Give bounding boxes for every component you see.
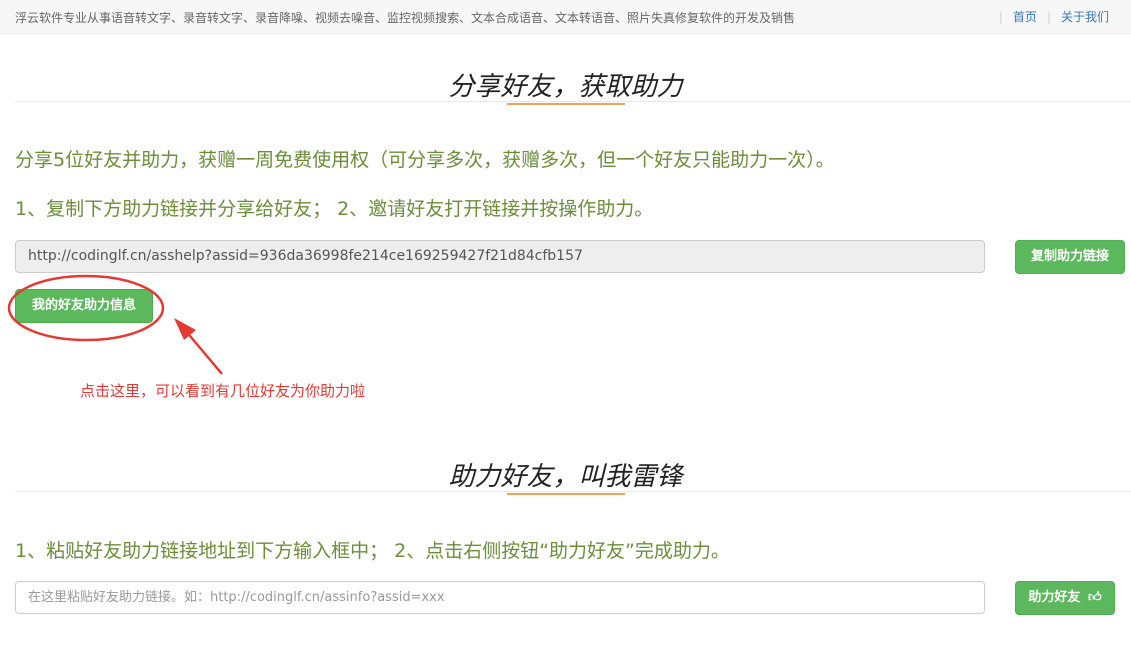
- about-link[interactable]: 关于我们: [1061, 10, 1109, 24]
- section-divider: [15, 491, 1131, 492]
- annotation-text: 点击这里，可以看到有几位好友为你助力啦: [80, 382, 366, 400]
- help-steps: 1、粘贴好友助力链接地址到下方输入框中； 2、点击右侧按钮“助力好友”完成助力。: [15, 540, 730, 562]
- top-links: | 首页 | 关于我们: [989, 8, 1109, 25]
- friend-help-info-button[interactable]: 我的好友助力信息: [15, 289, 153, 323]
- share-steps: 1、复制下方助力链接并分享给好友； 2、邀请好友打开链接并按操作助力。: [15, 198, 654, 220]
- site-slogan: 浮云软件专业从事语音转文字、录音转文字、录音降噪、视频去噪音、监控视频搜索、文本…: [15, 11, 796, 25]
- divider: |: [998, 10, 1003, 24]
- title-underline: [506, 103, 625, 105]
- title-underline: [506, 493, 625, 495]
- share-section-title: 分享好友，获取助力: [0, 66, 1131, 105]
- help-title-text: 助力好友，叫我雷锋: [448, 462, 683, 492]
- thumbs-up-icon: 👍︎: [1087, 590, 1102, 605]
- annotation-arrow-icon: [174, 318, 223, 375]
- help-friend-button[interactable]: 助力好友 👍︎: [1015, 581, 1115, 615]
- help-friend-button-label: 助力好友: [1028, 590, 1081, 605]
- help-section-title: 助力好友，叫我雷锋: [0, 456, 1131, 495]
- copy-link-button[interactable]: 复制助力链接: [1015, 240, 1125, 274]
- home-link[interactable]: 首页: [1013, 10, 1037, 24]
- divider: |: [1046, 10, 1051, 24]
- share-description: 分享5位好友并助力，获赠一周免费使用权（可分享多次，获赠多次，但一个好友只能助力…: [15, 149, 835, 171]
- share-link-field[interactable]: http://codinglf.cn/asshelp?assid=936da36…: [15, 240, 985, 273]
- share-title-text: 分享好友，获取助力: [448, 72, 683, 102]
- top-bar: 浮云软件专业从事语音转文字、录音转文字、录音降噪、视频去噪音、监控视频搜索、文本…: [0, 0, 1131, 34]
- section-divider: [15, 101, 1131, 102]
- help-link-input[interactable]: [15, 581, 985, 614]
